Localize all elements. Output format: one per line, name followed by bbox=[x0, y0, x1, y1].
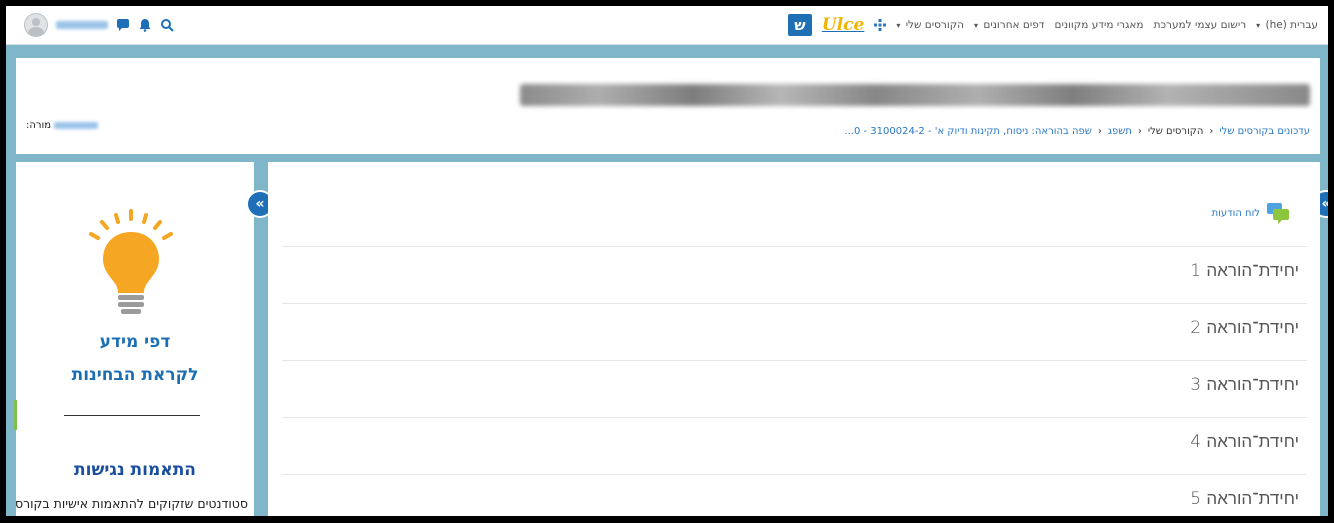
app-frame: ש Ulce הקורסים שלי ▾ דפים אחרונים ▾ מאגר… bbox=[6, 6, 1328, 516]
avatar-icon[interactable] bbox=[24, 13, 48, 37]
menu-online-databases[interactable]: מאגרי מידע מקוונים bbox=[1055, 19, 1144, 31]
forum-link-label[interactable]: לוח הודעות bbox=[1212, 208, 1260, 219]
breadcrumb-separator: ‹ bbox=[1097, 126, 1102, 137]
section-row[interactable]: יחידת־הוראה 4 bbox=[282, 417, 1307, 474]
brand-logo-icon[interactable]: ש bbox=[787, 14, 812, 36]
menu-language[interactable]: עברית (he) ▾ bbox=[1256, 19, 1318, 31]
grid-icon[interactable] bbox=[874, 19, 887, 31]
teacher-name-redacted[interactable] bbox=[54, 122, 99, 129]
brand-name[interactable]: Ulce bbox=[822, 15, 864, 35]
left-edge-marker bbox=[14, 400, 17, 430]
section-row[interactable]: יחידת־הוראה 5 bbox=[282, 474, 1307, 516]
menu-recent-pages[interactable]: דפים אחרונים ▾ bbox=[974, 19, 1045, 31]
course-header: עדכונים בקורסים שלי ‹ הקורסים שלי ‹ תשפג… bbox=[16, 58, 1320, 154]
section-row[interactable]: יחידת־הוראה 1 bbox=[282, 246, 1307, 303]
info-block: דפי מידע לקראת הבחינות התאמות נגישות סטו… bbox=[16, 162, 254, 516]
breadcrumb-separator: ‹ bbox=[1209, 126, 1214, 137]
breadcrumb-item-updates[interactable]: עדכונים בקורסים שלי bbox=[1219, 126, 1310, 137]
section-row[interactable]: יחידת־הוראה 3 bbox=[282, 360, 1307, 417]
breadcrumb: עדכונים בקורסים שלי ‹ הקורסים שלי ‹ תשפג… bbox=[844, 126, 1310, 137]
forum-icon bbox=[1267, 203, 1289, 224]
accessibility-text: סטודנטים שזקוקים להתאמות אישיות בקורס bbox=[16, 496, 248, 511]
breadcrumb-item-year[interactable]: תשפג bbox=[1108, 126, 1132, 137]
breadcrumb-separator: ‹ bbox=[1137, 126, 1142, 137]
breadcrumb-item-my-courses[interactable]: הקורסים שלי bbox=[1148, 126, 1204, 137]
section-title[interactable]: יחידת־הוראה 5 bbox=[1190, 489, 1299, 509]
divider bbox=[64, 415, 200, 416]
section-title[interactable]: יחידת־הוראה 1 bbox=[1190, 261, 1299, 281]
course-title-redacted bbox=[520, 84, 1310, 106]
lightbulb-icon bbox=[89, 209, 173, 314]
info-title-line1[interactable]: דפי מידע bbox=[16, 332, 254, 352]
info-title-line2[interactable]: לקראת הבחינות bbox=[16, 365, 254, 385]
course-content: לוח הודעות יחידת־הוראה 1 יחידת־הוראה 2 י… bbox=[268, 162, 1320, 516]
section-row[interactable]: יחידת־הוראה 2 bbox=[282, 303, 1307, 360]
top-navbar: ש Ulce הקורסים שלי ▾ דפים אחרונים ▾ מאגר… bbox=[6, 6, 1328, 45]
menu-my-courses[interactable]: הקורסים שלי ▾ bbox=[896, 19, 964, 31]
section-title[interactable]: יחידת־הוראה 4 bbox=[1190, 432, 1299, 452]
main-menu: ש Ulce הקורסים שלי ▾ דפים אחרונים ▾ מאגר… bbox=[787, 10, 1318, 40]
chat-icon[interactable] bbox=[116, 18, 130, 32]
menu-self-registration[interactable]: רישום עצמי למערכת bbox=[1154, 19, 1247, 31]
announcements-forum-link[interactable]: לוח הודעות bbox=[1212, 202, 1290, 224]
teacher-label: מורה: bbox=[26, 120, 52, 131]
section-list: יחידת־הוראה 1 יחידת־הוראה 2 יחידת־הוראה … bbox=[282, 246, 1307, 516]
section-title[interactable]: יחידת־הוראה 2 bbox=[1190, 318, 1299, 338]
bell-icon[interactable] bbox=[138, 18, 152, 32]
user-name-redacted[interactable] bbox=[56, 21, 108, 29]
breadcrumb-item-course[interactable]: שפה בהוראה: ניסוח, תקינות ודיוק א' - 310… bbox=[844, 126, 1091, 137]
search-icon[interactable] bbox=[160, 18, 174, 32]
teacher-info: מורה: bbox=[26, 120, 99, 131]
user-menu-area bbox=[24, 13, 174, 37]
section-title[interactable]: יחידת־הוראה 3 bbox=[1190, 375, 1299, 395]
accessibility-title[interactable]: התאמות נגישות bbox=[16, 460, 254, 480]
